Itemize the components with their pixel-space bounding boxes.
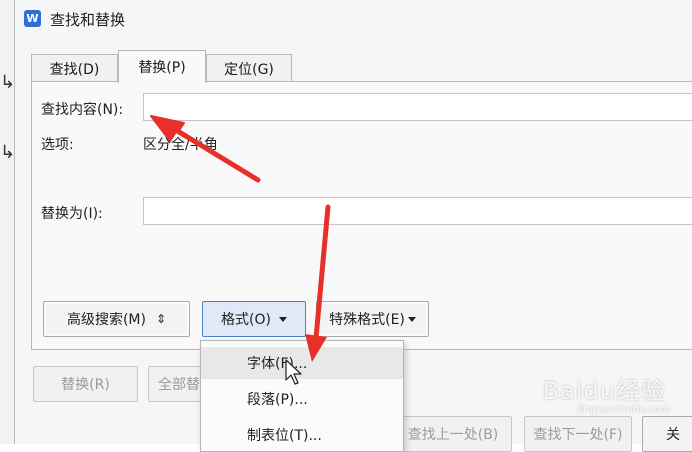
background-glyph: ↳ <box>0 72 16 93</box>
replace-label: 替换为(I): <box>41 206 103 222</box>
find-label: 查找内容(N): <box>41 102 124 118</box>
format-button[interactable]: 格式(O) <box>202 301 306 337</box>
tab-goto[interactable]: 定位(G) <box>206 54 292 82</box>
replace-panel: 查找内容(N): 选项: 区分全/半角 替换为(I): 高级搜索(M) ⇕ 格式(… <box>31 81 692 350</box>
chevron-down-icon <box>278 316 287 322</box>
chevron-down-icon <box>407 316 416 322</box>
special-format-button[interactable]: 特殊格式(E) <box>316 301 429 337</box>
format-dropdown-menu: 字体(F)... 段落(P)... 制表位(T)... <box>200 340 404 452</box>
baidu-watermark-url: jingyan.baidu.com <box>577 404 670 415</box>
menu-item-tabs[interactable]: 制表位(T)... <box>201 419 403 451</box>
find-previous-button[interactable]: 查找上一处(B) <box>394 416 512 452</box>
menu-item-font[interactable]: 字体(F)... <box>201 347 403 379</box>
find-next-button[interactable]: 查找下一处(F) <box>524 416 632 452</box>
background-glyph: ↳ <box>0 142 16 163</box>
find-input[interactable] <box>143 93 692 121</box>
tab-find[interactable]: 查找(D) <box>31 54 118 82</box>
close-button[interactable]: 关 <box>642 416 692 452</box>
options-label: 选项: <box>41 137 74 153</box>
advanced-search-button[interactable]: 高级搜索(M) ⇕ <box>43 301 190 337</box>
menu-item-paragraph[interactable]: 段落(P)... <box>201 383 403 415</box>
replace-input[interactable] <box>143 197 692 225</box>
window-title: 查找和替换 <box>50 11 126 29</box>
wps-writer-icon: W <box>24 10 41 27</box>
options-value: 区分全/半角 <box>143 137 218 153</box>
baidu-watermark: Baidu经验 <box>542 377 666 405</box>
background-window-edge <box>0 0 15 444</box>
tab-replace[interactable]: 替换(P) <box>118 50 206 83</box>
replace-button[interactable]: 替换(R) <box>33 366 138 402</box>
title-bar: W 查找和替换 <box>15 0 692 38</box>
expand-icon: ⇕ <box>155 312 167 326</box>
